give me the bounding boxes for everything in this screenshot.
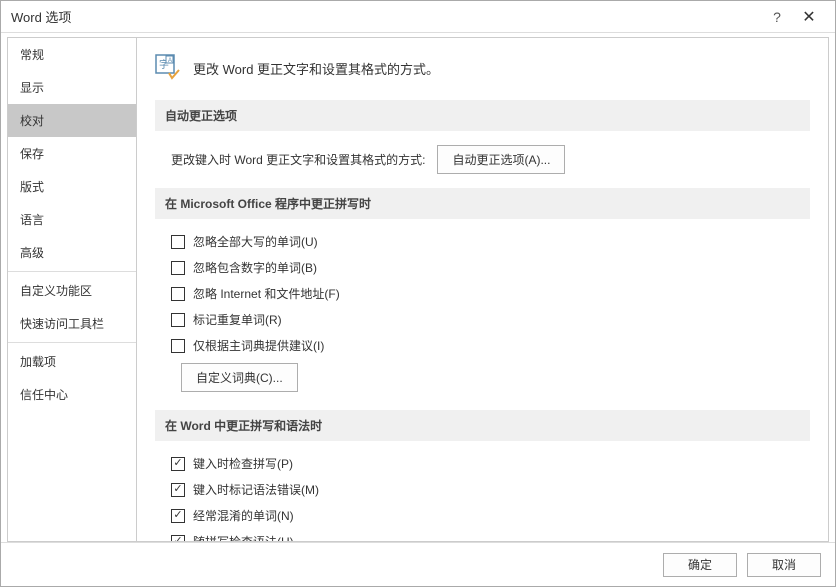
sidebar-separator [8, 342, 136, 343]
checkbox-label: 仅根据主词典提供建议(I) [193, 337, 324, 354]
sidebar-item-label: 显示 [20, 81, 44, 95]
autocorrect-description: 更改键入时 Word 更正文字和设置其格式的方式: [171, 151, 425, 168]
svg-text:A: A [168, 58, 172, 64]
checkbox-row: 随拼写检查语法(H) [155, 533, 810, 542]
sidebar-item-save[interactable]: 保存 [8, 137, 136, 170]
sidebar-item-label: 加载项 [20, 355, 56, 369]
titlebar: Word 选项 ? ✕ [1, 1, 835, 33]
checkbox-row: 经常混淆的单词(N) [155, 507, 810, 524]
checkbox-label: 随拼写检查语法(H) [193, 533, 294, 542]
sidebar-item-advanced[interactable]: 高级 [8, 236, 136, 269]
cancel-button[interactable]: 取消 [747, 553, 821, 577]
word-options-dialog: Word 选项 ? ✕ 常规 显示 校对 保存 版式 语言 高级 自定义功能区 … [0, 0, 836, 587]
checkbox-ignore-uppercase[interactable] [171, 235, 185, 249]
checkbox-row: 忽略全部大写的单词(U) [155, 233, 810, 250]
category-sidebar: 常规 显示 校对 保存 版式 语言 高级 自定义功能区 快速访问工具栏 加载项 … [7, 37, 137, 542]
section-word-spelling-header: 在 Word 中更正拼写和语法时 [155, 410, 810, 441]
sidebar-item-label: 校对 [20, 114, 44, 128]
checkbox-row: 仅根据主词典提供建议(I) [155, 337, 810, 354]
checkbox-main-dictionary-only[interactable] [171, 339, 185, 353]
checkbox-label: 键入时标记语法错误(M) [193, 481, 319, 498]
sidebar-item-label: 语言 [20, 213, 44, 227]
dialog-body: 常规 显示 校对 保存 版式 语言 高级 自定义功能区 快速访问工具栏 加载项 … [1, 33, 835, 542]
checkbox-ignore-numbers[interactable] [171, 261, 185, 275]
checkbox-label: 标记重复单词(R) [193, 311, 282, 328]
page-header: 字 A 更改 Word 更正文字和设置其格式的方式。 [155, 54, 810, 82]
checkbox-flag-repeated[interactable] [171, 313, 185, 327]
page-header-text: 更改 Word 更正文字和设置其格式的方式。 [193, 59, 439, 78]
checkbox-label: 忽略包含数字的单词(B) [193, 259, 317, 276]
checkbox-row: 键入时标记语法错误(M) [155, 481, 810, 498]
close-button[interactable]: ✕ [793, 7, 825, 27]
sidebar-item-layout[interactable]: 版式 [8, 170, 136, 203]
sidebar-item-customize-ribbon[interactable]: 自定义功能区 [8, 274, 136, 307]
proofing-icon: 字 A [155, 54, 183, 82]
window-title: Word 选项 [11, 7, 761, 26]
sidebar-item-trust-center[interactable]: 信任中心 [8, 378, 136, 411]
sidebar-item-general[interactable]: 常规 [8, 38, 136, 71]
dialog-footer: 确定 取消 [1, 542, 835, 586]
sidebar-item-proofing[interactable]: 校对 [8, 104, 136, 137]
checkbox-ignore-internet[interactable] [171, 287, 185, 301]
section-autocorrect-header: 自动更正选项 [155, 100, 810, 131]
sidebar-item-language[interactable]: 语言 [8, 203, 136, 236]
checkbox-grammar-with-spelling[interactable] [171, 535, 185, 543]
sidebar-item-label: 快速访问工具栏 [20, 317, 104, 331]
sidebar-item-addins[interactable]: 加载项 [8, 345, 136, 378]
sidebar-separator [8, 271, 136, 272]
checkbox-label: 键入时检查拼写(P) [193, 455, 293, 472]
custom-dictionaries-button[interactable]: 自定义词典(C)... [181, 363, 298, 392]
sidebar-item-label: 版式 [20, 180, 44, 194]
sidebar-item-label: 高级 [20, 246, 44, 260]
sidebar-item-label: 常规 [20, 48, 44, 62]
checkbox-label: 忽略全部大写的单词(U) [193, 233, 318, 250]
checkbox-row: 忽略包含数字的单词(B) [155, 259, 810, 276]
checkbox-row: 忽略 Internet 和文件地址(F) [155, 285, 810, 302]
sidebar-item-display[interactable]: 显示 [8, 71, 136, 104]
checkbox-row: 标记重复单词(R) [155, 311, 810, 328]
content-panel: 字 A 更改 Word 更正文字和设置其格式的方式。 自动更正选项 更改键入时 … [137, 37, 829, 542]
section-office-spelling-header: 在 Microsoft Office 程序中更正拼写时 [155, 188, 810, 219]
checkbox-label: 忽略 Internet 和文件地址(F) [193, 285, 340, 302]
sidebar-item-label: 信任中心 [20, 388, 68, 402]
checkbox-check-spelling-typing[interactable] [171, 457, 185, 471]
sidebar-item-label: 自定义功能区 [20, 284, 92, 298]
ok-button[interactable]: 确定 [663, 553, 737, 577]
checkbox-label: 经常混淆的单词(N) [193, 507, 294, 524]
custom-dictionaries-row: 自定义词典(C)... [155, 363, 810, 392]
sidebar-item-label: 保存 [20, 147, 44, 161]
checkbox-confused-words[interactable] [171, 509, 185, 523]
autocorrect-row: 更改键入时 Word 更正文字和设置其格式的方式: 自动更正选项(A)... [155, 145, 810, 174]
sidebar-item-quick-access[interactable]: 快速访问工具栏 [8, 307, 136, 340]
checkbox-mark-grammar-typing[interactable] [171, 483, 185, 497]
help-button[interactable]: ? [761, 9, 793, 25]
autocorrect-options-button[interactable]: 自动更正选项(A)... [437, 145, 565, 174]
checkbox-row: 键入时检查拼写(P) [155, 455, 810, 472]
